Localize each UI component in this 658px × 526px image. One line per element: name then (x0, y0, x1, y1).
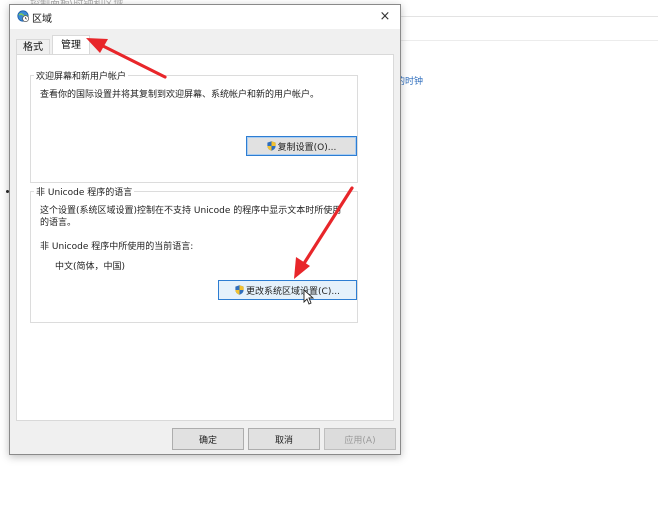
uac-shield-icon (235, 285, 244, 295)
current-language-label: 非 Unicode 程序中所使用的当前语言: (40, 242, 194, 252)
copy-settings-button[interactable]: 复制设置(O)... (246, 136, 357, 156)
copy-settings-label: 复制设置(O)... (277, 142, 337, 153)
dialog-title: 区域 (32, 14, 52, 25)
non-unicode-description-line2: 的语言。 (40, 218, 77, 228)
close-icon[interactable]: × (370, 5, 400, 29)
background-divider (400, 40, 658, 41)
tab-administrative[interactable]: 管理 (52, 35, 90, 55)
background-divider (400, 16, 658, 17)
tab-format[interactable]: 格式 (16, 39, 50, 55)
globe-clock-icon (17, 10, 29, 22)
region-dialog: 区域 × 格式 管理 欢迎屏幕和新用户帐户 查看你的国际设置并将其复制到欢迎屏幕… (9, 4, 401, 455)
cancel-button[interactable]: 取消 (248, 428, 320, 450)
change-system-locale-button[interactable]: 更改系统区域设置(C)... (218, 280, 357, 300)
change-system-locale-label: 更改系统区域设置(C)... (246, 286, 340, 297)
welcome-screen-group: 欢迎屏幕和新用户帐户 查看你的国际设置并将其复制到欢迎屏幕、系统帐户和新的用户帐… (30, 69, 358, 183)
ok-button[interactable]: 确定 (172, 428, 244, 450)
dialog-titlebar[interactable]: 区域 × (10, 5, 400, 29)
apply-button[interactable]: 应用(A) (324, 428, 396, 450)
welcome-group-title: 欢迎屏幕和新用户帐户 (34, 69, 129, 82)
uac-shield-icon (267, 141, 276, 151)
welcome-description: 查看你的国际设置并将其复制到欢迎屏幕、系统帐户和新的用户帐户。 (40, 90, 320, 100)
mouse-cursor-icon (303, 289, 315, 305)
administrative-panel: 欢迎屏幕和新用户帐户 查看你的国际设置并将其复制到欢迎屏幕、系统帐户和新的用户帐… (16, 54, 394, 421)
screen: 控制面板\时钟和区域 的时钟 区域 × 格式 管理 欢迎屏幕和新用户帐户 查看你… (0, 0, 658, 526)
non-unicode-description-line1: 这个设置(系统区域设置)控制在不支持 Unicode 的程序中显示文本时所使用 (40, 206, 342, 216)
non-unicode-group-title: 非 Unicode 程序的语言 (34, 185, 135, 198)
current-language-value: 中文(简体，中国) (55, 262, 126, 272)
